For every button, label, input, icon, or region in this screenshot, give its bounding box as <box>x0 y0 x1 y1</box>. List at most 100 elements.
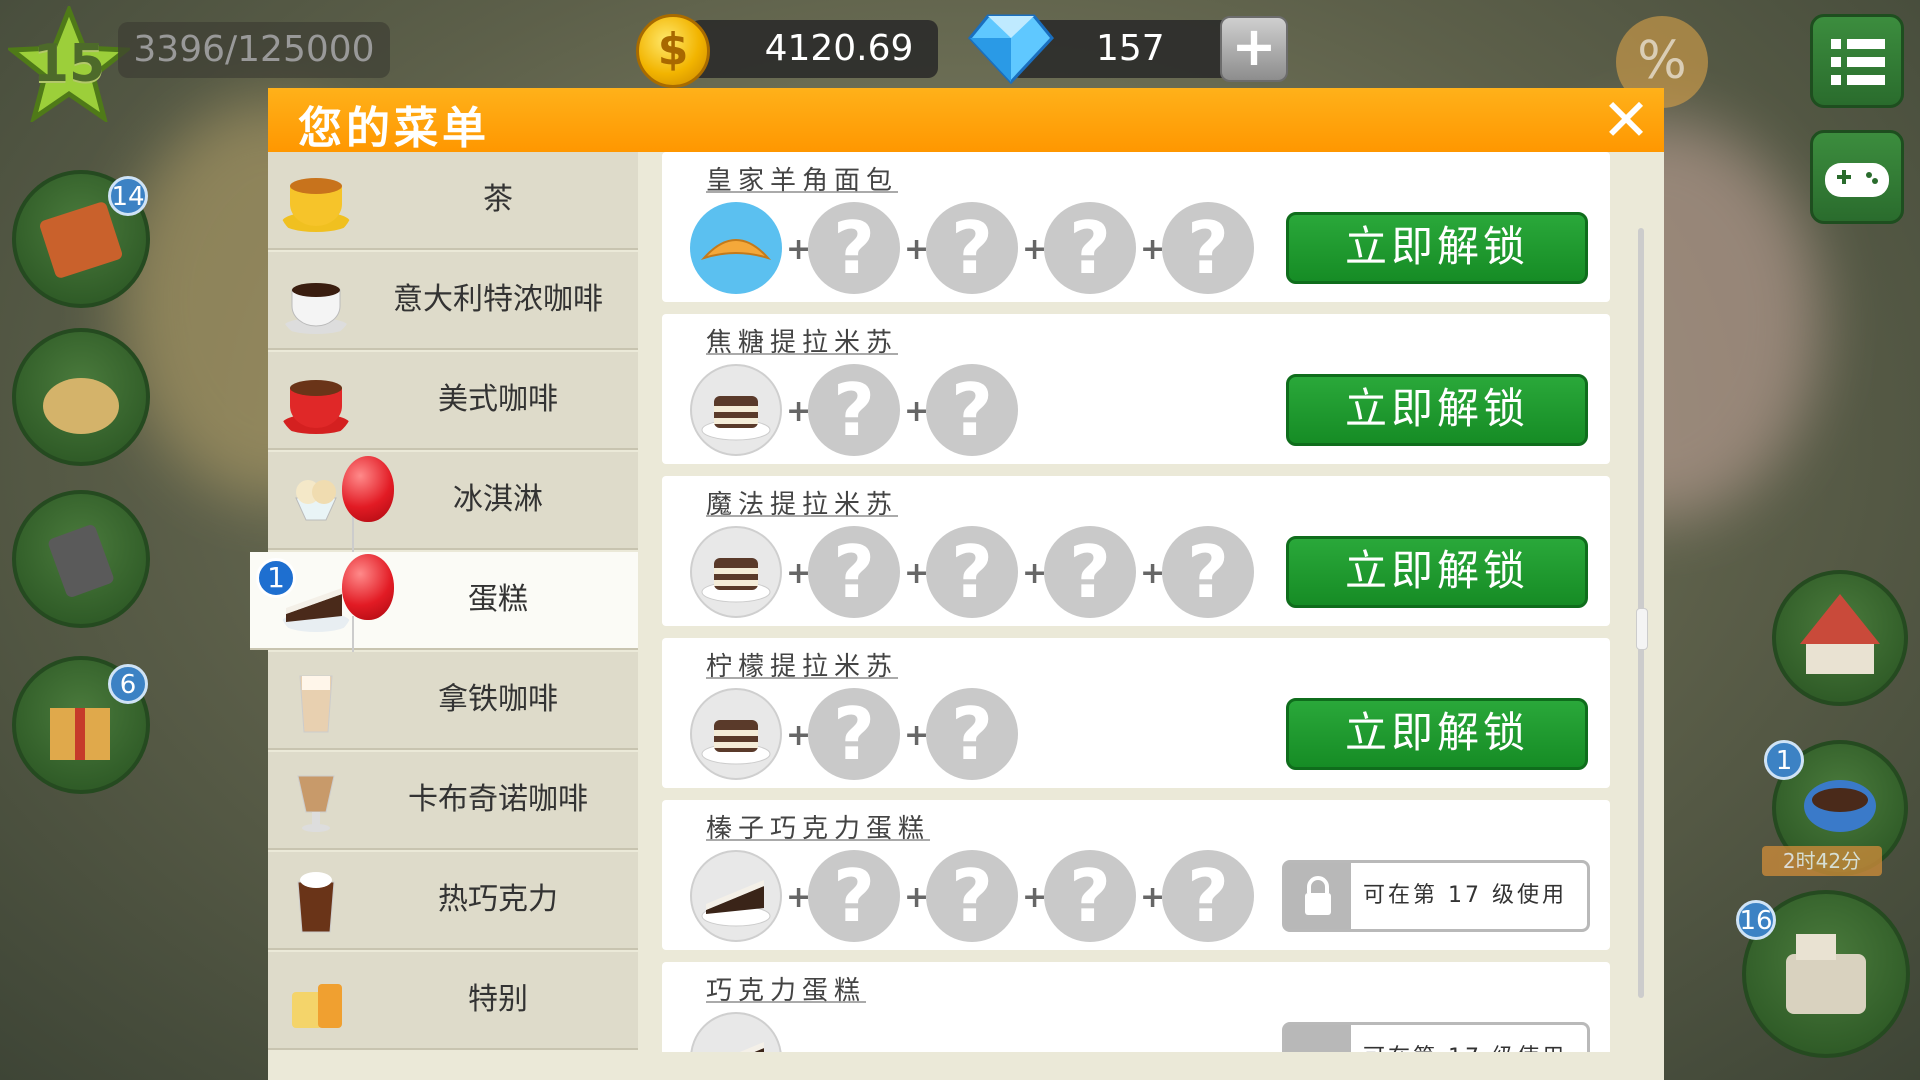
locked-ingredient-slot[interactable]: ? <box>808 202 900 294</box>
tea-cup-icon <box>282 178 350 232</box>
sidebar-item-latte[interactable]: 拿铁咖啡 <box>268 652 638 750</box>
tiramisu-icon <box>701 396 771 441</box>
ingredient-slot-tiramisu[interactable] <box>690 364 782 456</box>
cappuccino-icon <box>297 775 335 832</box>
xp-progress-text: 3396/125000 <box>118 22 390 78</box>
cash-register-badge: 16 <box>1736 900 1776 940</box>
circus-tent-icon <box>1800 594 1880 674</box>
special-icon <box>292 984 342 1028</box>
buy-gems-button[interactable]: + <box>1220 16 1288 82</box>
latte-icon <box>299 675 333 733</box>
unlock-now-button[interactable]: 立即解锁 <box>1286 698 1588 770</box>
chocolate-cake-icon <box>701 880 771 927</box>
sidebar-item-label: 冰淇淋 <box>453 482 543 517</box>
espresso-icon <box>284 283 348 334</box>
locked-ingredient-slot[interactable]: ? <box>1044 202 1136 294</box>
ingredient-slot-chocolate-cake[interactable] <box>690 850 782 942</box>
telephone-button[interactable] <box>12 490 150 628</box>
sidebar-item-label: 热巧克力 <box>438 882 558 917</box>
list-menu-icon <box>1831 39 1885 85</box>
coffee-order-badge: 1 <box>1764 740 1804 780</box>
sidebar-item-hot-chocolate[interactable]: 热巧克力 <box>268 852 638 950</box>
sidebar-item-cake[interactable]: 1 蛋糕 <box>250 552 638 656</box>
sidebar-item-special[interactable]: 特别 <box>268 952 638 1050</box>
menu-dialog-header: 您的菜单 ✕ <box>268 88 1664 154</box>
list-menu-button[interactable] <box>1810 14 1904 108</box>
recipe-name: 魔法提拉米苏 <box>706 490 899 520</box>
sidebar-item-cappuccino[interactable]: 卡布奇诺咖啡 <box>268 752 638 850</box>
balloon-string <box>352 516 354 556</box>
sidebar-item-label: 特别 <box>468 982 528 1017</box>
locked-ingredient-slot[interactable]: ? <box>808 526 900 618</box>
telephone-icon <box>48 525 114 597</box>
sidebar-item-tea[interactable]: 茶 <box>268 152 638 250</box>
sidebar-item-label: 卡布奇诺咖啡 <box>408 782 588 817</box>
gem-icon <box>968 14 1054 85</box>
locked-ingredient-slot[interactable]: ? <box>926 850 1018 942</box>
recipe-card: 巧克力蛋糕 可在第 17 级使用 <box>662 962 1610 1052</box>
balloon-string <box>352 616 354 656</box>
circus-map-button[interactable] <box>1772 570 1908 706</box>
recipe-card: 柠檬提拉米苏 + ? + ? 立即解锁 <box>662 638 1610 788</box>
level-locked-button[interactable]: 可在第 17 级使用 <box>1282 860 1590 932</box>
sidebar-item-ice-cream[interactable]: 冰淇淋 <box>268 452 638 556</box>
tiramisu-icon <box>701 720 771 765</box>
scrollbar-thumb[interactable] <box>1636 608 1648 650</box>
sidebar-item-espresso[interactable]: 意大利特浓咖啡 <box>268 252 638 350</box>
hot-chocolate-icon <box>297 872 335 933</box>
coin-icon: $ <box>636 14 710 88</box>
sidebar-item-label: 美式咖啡 <box>438 382 558 417</box>
recipe-name: 榛子巧克力蛋糕 <box>706 814 931 844</box>
ingredient-slot-tiramisu[interactable] <box>690 526 782 618</box>
unlock-now-button[interactable]: 立即解锁 <box>1286 536 1588 608</box>
recipe-list[interactable]: 皇家羊角面包 + ? + ? + ? + ? 立即解锁 焦糖提拉米苏 + ? +… <box>662 152 1610 1052</box>
locked-ingredient-slot[interactable]: ? <box>1162 850 1254 942</box>
chocolate-cake-icon <box>739 1042 764 1052</box>
sidebar-item-label: 拿铁咖啡 <box>438 682 558 717</box>
recipe-name: 巧克力蛋糕 <box>706 976 867 1006</box>
locked-ingredient-slot[interactable]: ? <box>1044 526 1136 618</box>
storage-sack-button[interactable] <box>12 328 150 466</box>
locked-ingredient-slot[interactable]: ? <box>926 202 1018 294</box>
tiramisu-icon <box>701 558 771 603</box>
recipe-card: 皇家羊角面包 + ? + ? + ? + ? 立即解锁 <box>662 152 1610 302</box>
level-number: 15 <box>32 34 106 94</box>
unlock-level-text: 可在第 17 级使用 <box>1363 1025 1567 1052</box>
recipe-card: 榛子巧克力蛋糕 + ? + ? + ? + ? 可在第 17 级使用 <box>662 800 1610 950</box>
menu-category-sidebar: 茶 意大利特浓咖啡 美式咖啡 冰淇淋 1 蛋糕 拿铁咖啡 卡布奇诺咖啡 热巧克力… <box>250 152 638 1080</box>
locked-ingredient-slot[interactable]: ? <box>808 688 900 780</box>
locked-ingredient-slot[interactable]: ? <box>1162 202 1254 294</box>
minigame-button[interactable] <box>1810 130 1904 224</box>
locked-ingredient-slot[interactable]: ? <box>1044 850 1136 942</box>
locked-ingredient-slot[interactable]: ? <box>926 364 1018 456</box>
locked-ingredient-slot[interactable]: ? <box>1162 526 1254 618</box>
ice-cream-icon <box>295 480 337 521</box>
ingredient-slot-croissant[interactable] <box>690 202 782 294</box>
ingredient-slot-chocolate-cake[interactable] <box>690 1012 782 1052</box>
locked-ingredient-slot[interactable]: ? <box>808 850 900 942</box>
gift-badge: 6 <box>108 664 148 704</box>
recipe-book-badge: 14 <box>108 176 148 216</box>
sidebar-item-label: 意大利特浓咖啡 <box>393 282 603 317</box>
close-button[interactable]: ✕ <box>1598 91 1654 149</box>
unlock-now-button[interactable]: 立即解锁 <box>1286 212 1588 284</box>
gamepad-icon <box>1825 163 1889 197</box>
locked-ingredient-slot[interactable]: ? <box>926 688 1018 780</box>
menu-dialog-title: 您的菜单 <box>298 103 490 154</box>
recipe-name: 皇家羊角面包 <box>706 166 899 196</box>
level-locked-button[interactable]: 可在第 17 级使用 <box>1282 1022 1590 1052</box>
lock-icon <box>1285 863 1351 929</box>
locked-ingredient-slot[interactable]: ? <box>926 526 1018 618</box>
sidebar-item-label: 茶 <box>483 182 513 217</box>
sidebar-item-label: 蛋糕 <box>468 582 528 617</box>
sidebar-item-americano[interactable]: 美式咖啡 <box>268 352 638 450</box>
recipe-card: 魔法提拉米苏 + ? + ? + ? + ? 立即解锁 <box>662 476 1610 626</box>
locked-ingredient-slot[interactable]: ? <box>808 364 900 456</box>
unlock-level-text: 可在第 17 级使用 <box>1363 883 1567 908</box>
recipe-name: 柠檬提拉米苏 <box>706 652 899 682</box>
unlock-now-button[interactable]: 立即解锁 <box>1286 374 1588 446</box>
ingredient-slot-tiramisu[interactable] <box>690 688 782 780</box>
coffee-order-timer: 2时42分 <box>1762 846 1882 876</box>
menu-dialog: 您的菜单 ✕ 茶 意大利特浓咖啡 美式咖啡 冰淇淋 1 蛋糕 拿铁咖啡 卡布奇诺… <box>250 88 1664 1080</box>
americano-icon <box>282 380 350 434</box>
